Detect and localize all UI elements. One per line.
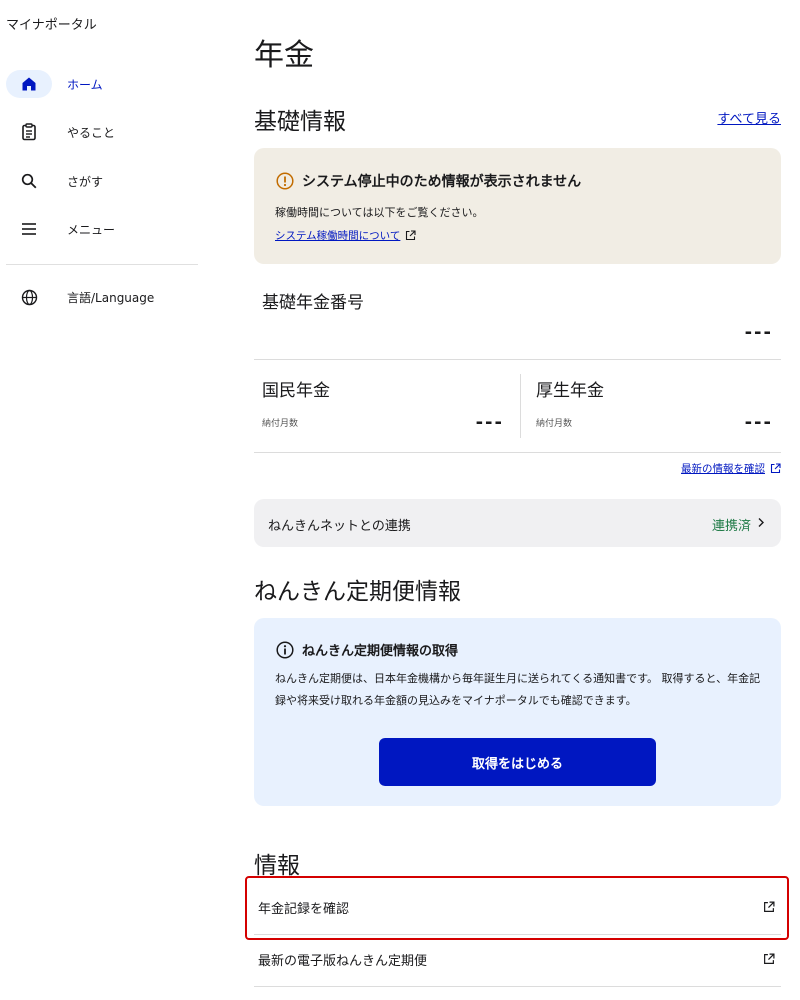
pension-record-link-row[interactable]: 年金記録を確認	[254, 883, 781, 933]
basic-pension-number-label: 基礎年金番号	[262, 293, 364, 313]
page-title: 年金	[254, 38, 314, 73]
warning-icon	[276, 172, 294, 190]
sidebar-item-label: ホーム	[67, 77, 103, 92]
sidebar-item-label: やること	[67, 125, 116, 140]
external-link-icon	[763, 953, 775, 965]
divider	[254, 986, 781, 987]
menu-icon	[6, 215, 52, 243]
teikibin-description: ねんきん定期便は、日本年金機構から毎年誕生月に送られてくる通知書です。 取得する…	[275, 672, 761, 707]
employee-pension-sub-label: 納付月数	[536, 419, 573, 429]
globe-icon	[6, 283, 52, 311]
sidebar-item-label: さがす	[67, 174, 104, 189]
teikibin-box-title: ねんきん定期便情報の取得	[302, 644, 459, 659]
notice-header: システム停止中のため情報が表示されません	[276, 171, 581, 191]
system-notice: システム停止中のため情報が表示されません 稼働時間については以下をご覧ください。…	[254, 148, 781, 264]
pension-record-label: 年金記録を確認	[258, 902, 350, 917]
nenkin-net-link-row[interactable]: ねんきんネットとの連携 連携済	[254, 499, 781, 547]
divider	[254, 452, 781, 453]
system-hours-link[interactable]: システム稼働時間について	[275, 228, 416, 243]
language-label: 言語/Language	[67, 290, 155, 305]
external-link-icon	[763, 901, 775, 913]
employee-pension-value: ---	[744, 412, 773, 433]
system-hours-link-label: システム稼働時間について	[275, 230, 401, 242]
latest-e-teikibin-label: 最新の電子版ねんきん定期便	[258, 954, 428, 969]
teikibin-info-box: ねんきん定期便情報の取得 ねんきん定期便は、日本年金機構から毎年誕生月に送られて…	[254, 618, 781, 806]
search-icon	[6, 167, 52, 195]
latest-e-teikibin-link-row[interactable]: 最新の電子版ねんきん定期便	[254, 935, 781, 985]
basic-info-heading: 基礎情報	[254, 109, 346, 135]
employee-pension-title: 厚生年金	[536, 381, 604, 401]
sidebar-item-label: メニュー	[67, 222, 116, 237]
basic-pension-number-value: ---	[744, 322, 773, 343]
teikibin-heading: ねんきん定期便情報	[254, 579, 461, 605]
linked-status: 連携済	[711, 519, 751, 534]
start-acquisition-button[interactable]: 取得をはじめる	[379, 738, 656, 786]
chevron-right-icon	[757, 517, 765, 528]
notice-text: 稼働時間については以下をご覧ください。	[275, 206, 484, 219]
home-icon	[6, 70, 52, 98]
employee-pension-card: 厚生年金 納付月数 ---	[521, 360, 781, 450]
latest-info-link[interactable]: 最新の情報を確認	[681, 461, 781, 476]
see-all-link[interactable]: すべて見る	[717, 108, 781, 127]
sidebar-divider	[6, 264, 198, 265]
external-link-icon	[405, 230, 416, 241]
latest-info-link-label: 最新の情報を確認	[681, 463, 765, 475]
sidebar-item-home[interactable]: ホーム	[6, 68, 196, 100]
sidebar-item-search[interactable]: さがす	[6, 165, 196, 197]
national-pension-title: 国民年金	[262, 381, 330, 401]
sidebar: マイナポータル ホーム やること さがす メニュー 言語/Language	[0, 0, 205, 1000]
info-heading: 情報	[254, 853, 300, 879]
app-title: マイナポータル	[6, 18, 97, 33]
language-selector[interactable]: 言語/Language	[6, 281, 196, 313]
info-icon	[276, 640, 294, 659]
notice-title: システム停止中のため情報が表示されません	[302, 174, 582, 190]
national-pension-card: 国民年金 納付月数 ---	[254, 360, 520, 450]
national-pension-value: ---	[475, 412, 504, 433]
clipboard-icon	[6, 118, 52, 146]
national-pension-sub-label: 納付月数	[262, 419, 299, 429]
nenkin-net-label: ねんきんネットとの連携	[268, 519, 411, 534]
external-link-icon	[770, 463, 781, 474]
teikibin-box-header: ねんきん定期便情報の取得	[276, 640, 458, 659]
sidebar-item-menu[interactable]: メニュー	[6, 213, 196, 245]
sidebar-item-todo[interactable]: やること	[6, 116, 196, 148]
